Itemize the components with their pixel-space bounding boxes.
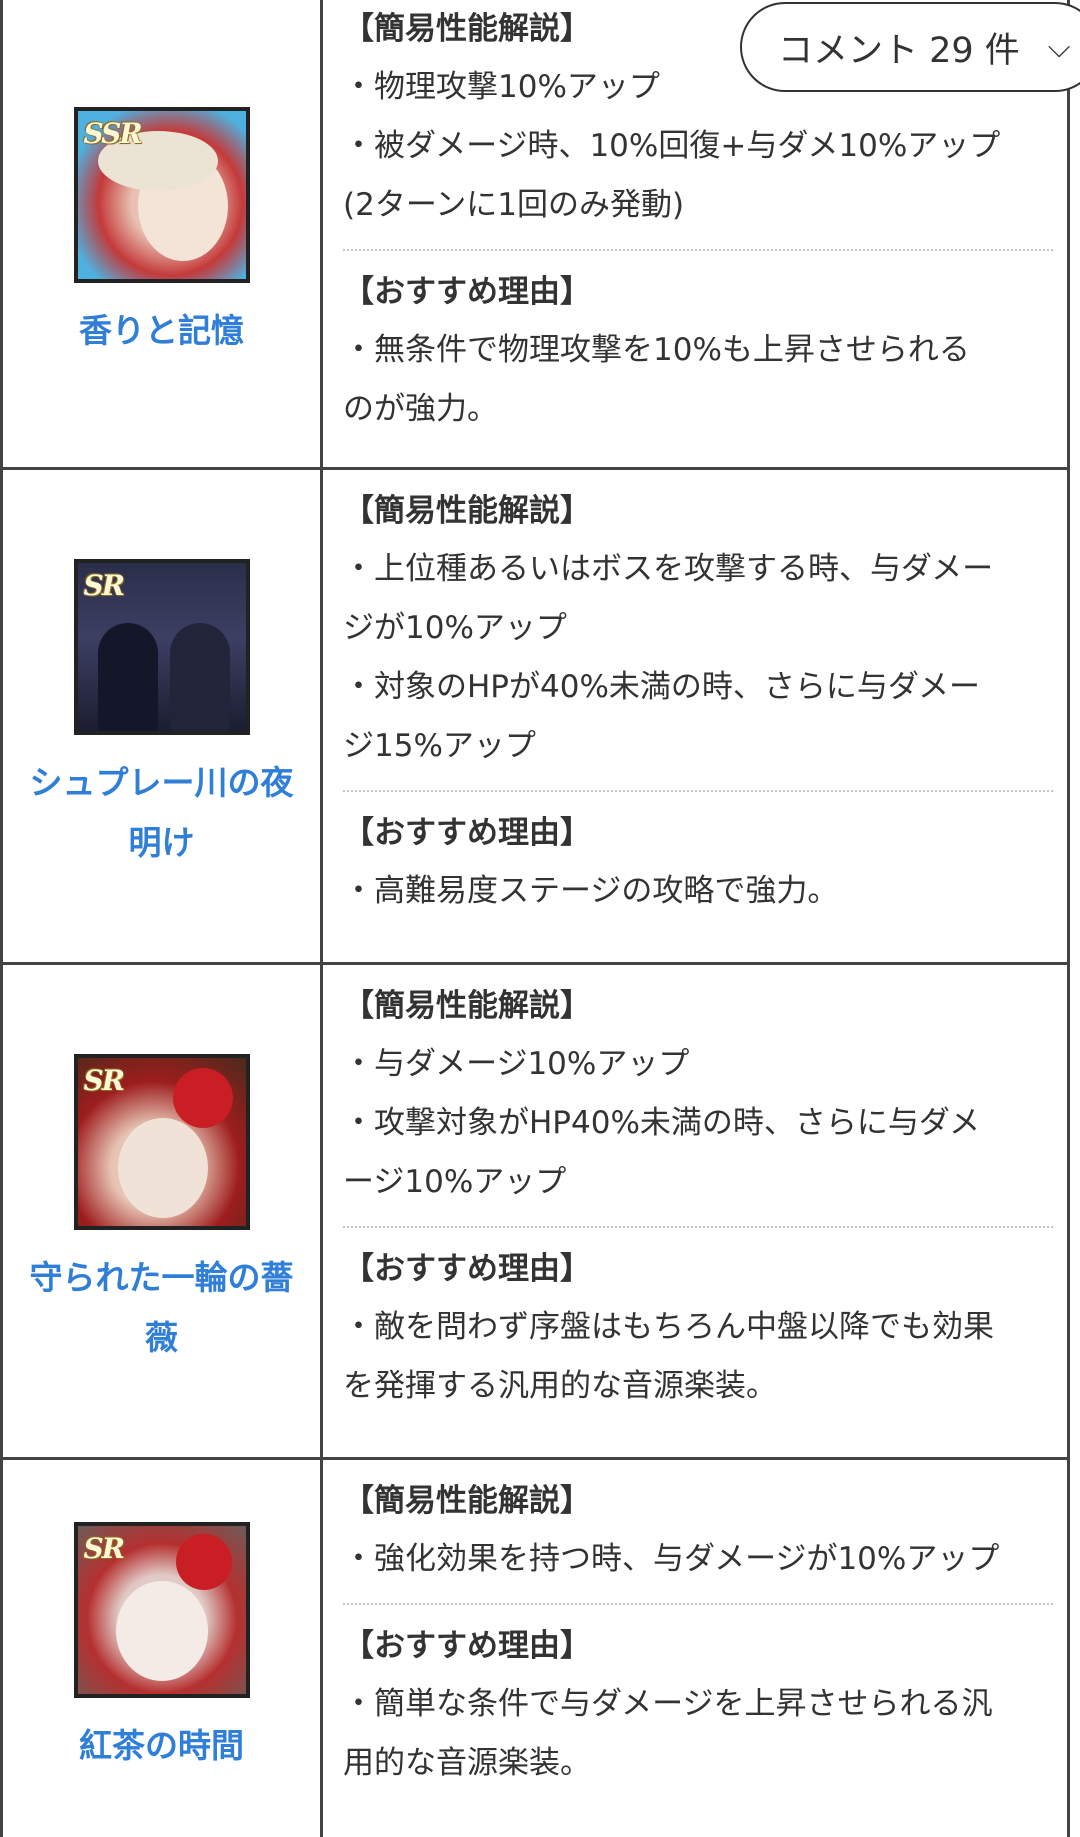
item-name-line: 薇 <box>145 1318 178 1357</box>
item-thumbnail[interactable]: SR <box>73 559 250 735</box>
item-cell: SSR 香りと記憶 <box>3 0 323 467</box>
section-heading: 【おすすめ理由】 <box>343 1628 591 1664</box>
performance-section: 【簡易性能解説】 ・強化効果を持つ時、与ダメージが10%アップ <box>343 1460 1053 1603</box>
performance-section: 【簡易性能解説】 ・与ダメージ10%アップ ・攻撃対象がHP40%未満の時、さら… <box>343 965 1053 1226</box>
item-name-link[interactable]: 香りと記憶 <box>79 301 244 361</box>
section-line: ・被ダメージ時、10%回復+与ダメ10%アップ <box>343 128 1001 164</box>
equipment-table: SSR 香りと記憶 【簡易性能解説】 ・物理攻撃10%アップ ・被ダメージ時、1… <box>0 0 1070 1837</box>
item-name-link[interactable]: 紅茶の時間 <box>79 1716 244 1776</box>
reason-section: 【おすすめ理由】 ・簡単な条件で与ダメージを上昇させられる汎 用的な音源楽装。 <box>343 1603 1053 1807</box>
description-cell: 【簡易性能解説】 ・与ダメージ10%アップ ・攻撃対象がHP40%未満の時、さら… <box>323 965 1067 1457</box>
section-line: ジが10%アップ <box>343 610 567 646</box>
section-heading: 【おすすめ理由】 <box>343 274 591 310</box>
section-line: ・対象のHPが40%未満の時、さらに与ダメー <box>343 669 980 705</box>
table-row: SR シュプレー川の夜 明け 【簡易性能解説】 ・上位種あるいはボスを攻撃する時… <box>3 470 1067 965</box>
item-name-link[interactable]: シュプレー川の夜 明け <box>30 753 294 873</box>
section-line: ・無条件で物理攻撃を10%も上昇させられる <box>343 332 970 368</box>
rarity-badge: SSR <box>83 116 143 150</box>
reason-section: 【おすすめ理由】 ・無条件で物理攻撃を10%も上昇させられる のが強力。 <box>343 249 1053 453</box>
section-line: ・敵を問わず序盤はもちろん中盤以降でも効果 <box>343 1309 994 1345</box>
item-name-line: 香りと記憶 <box>79 310 244 350</box>
section-heading: 【簡易性能解説】 <box>343 493 591 529</box>
section-line: を発揮する汎用的な音源楽装。 <box>343 1368 777 1404</box>
section-line: ・攻撃対象がHP40%未満の時、さらに与ダメ <box>343 1105 980 1141</box>
item-name-line: シュプレー川の夜 <box>29 763 294 802</box>
item-cell: SR シュプレー川の夜 明け <box>3 470 323 962</box>
table-row: SR 守られた一輪の薔 薇 【簡易性能解説】 ・与ダメージ10%アップ ・攻撃対… <box>3 965 1067 1460</box>
section-line: ・簡単な条件で与ダメージを上昇させられる汎 <box>343 1686 993 1722</box>
section-heading: 【おすすめ理由】 <box>343 815 591 851</box>
section-heading: 【簡易性能解説】 <box>343 1483 591 1519</box>
comment-count-button[interactable]: コメント 29 件 ⌵ <box>740 2 1080 92</box>
section-heading: 【簡易性能解説】 <box>343 988 591 1024</box>
item-thumbnail[interactable]: SR <box>73 1521 250 1698</box>
chevron-down-icon: ⌵ <box>1047 29 1071 65</box>
section-line: ・高難易度ステージの攻略で強力。 <box>343 873 839 909</box>
item-thumbnail[interactable]: SSR <box>73 106 250 283</box>
item-name-line: 紅茶の時間 <box>79 1725 244 1765</box>
section-heading: 【おすすめ理由】 <box>343 1251 591 1287</box>
section-line: ジ15%アップ <box>343 728 536 764</box>
section-line: (2ターンに1回のみ発動) <box>343 187 685 223</box>
section-line: のが強力。 <box>343 391 498 427</box>
rarity-badge: SR <box>83 1531 125 1565</box>
reason-section: 【おすすめ理由】 ・高難易度ステージの攻略で強力。 <box>343 790 1053 935</box>
reason-section: 【おすすめ理由】 ・敵を問わず序盤はもちろん中盤以降でも効果 を発揮する汎用的な… <box>343 1226 1053 1430</box>
section-line: ・上位種あるいはボスを攻撃する時、与ダメー <box>343 551 994 587</box>
section-line: ージ10%アップ <box>343 1164 567 1200</box>
description-cell: 【簡易性能解説】 ・上位種あるいはボスを攻撃する時、与ダメー ジが10%アップ … <box>323 470 1067 962</box>
item-thumbnail[interactable]: SR <box>73 1054 250 1230</box>
item-cell: SR 紅茶の時間 <box>3 1460 323 1837</box>
section-line: ・強化効果を持つ時、与ダメージが10%アップ <box>343 1541 1000 1577</box>
item-name-link[interactable]: 守られた一輪の薔 薇 <box>30 1248 294 1368</box>
performance-section: 【簡易性能解説】 ・上位種あるいはボスを攻撃する時、与ダメー ジが10%アップ … <box>343 470 1053 790</box>
table-row: SR 紅茶の時間 【簡易性能解説】 ・強化効果を持つ時、与ダメージが10%アップ… <box>3 1460 1067 1837</box>
comment-count-label: コメント 29 件 <box>778 30 1020 71</box>
section-line: 用的な音源楽装。 <box>343 1745 591 1781</box>
item-name-line: 守られた一輪の薔 <box>29 1258 294 1297</box>
description-cell: 【簡易性能解説】 ・強化効果を持つ時、与ダメージが10%アップ 【おすすめ理由】… <box>323 1460 1067 1837</box>
rarity-badge: SR <box>83 1064 125 1097</box>
rarity-badge: SR <box>83 569 125 602</box>
section-line: ・与ダメージ10%アップ <box>343 1046 690 1082</box>
item-cell: SR 守られた一輪の薔 薇 <box>3 965 323 1457</box>
item-name-line: 明け <box>128 823 195 862</box>
